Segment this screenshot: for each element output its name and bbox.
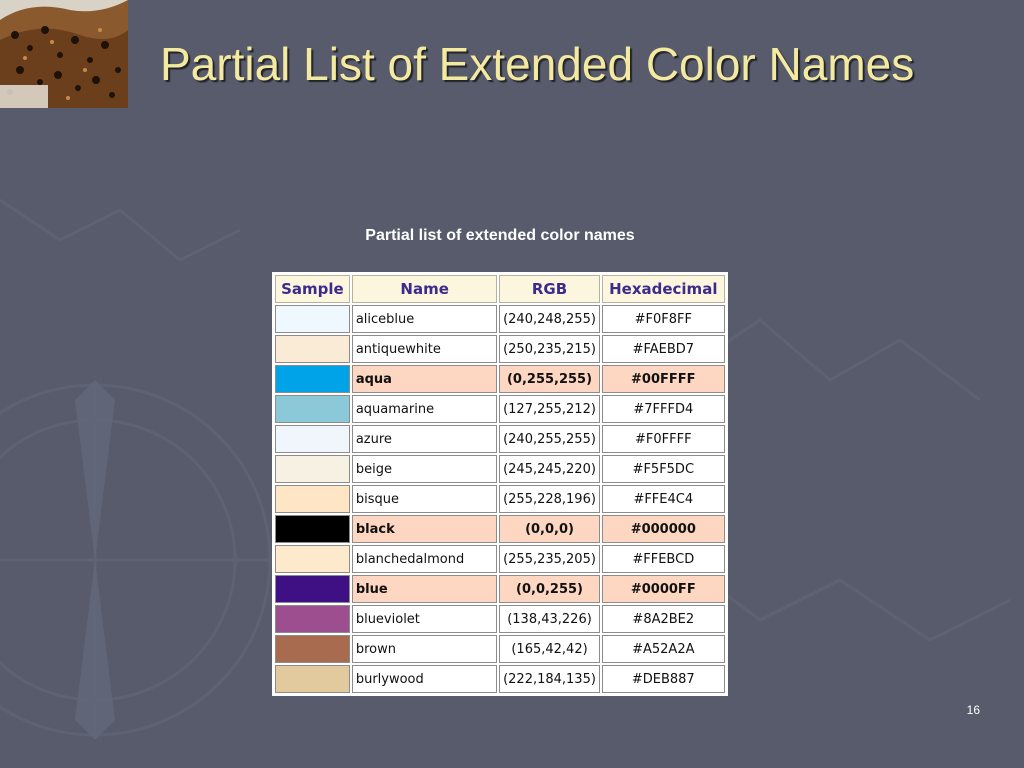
color-sample-swatch (275, 545, 350, 573)
hex-value-cell: #00FFFF (601, 365, 725, 393)
table-row: aqua (0,255,255) #00FFFF (275, 365, 725, 393)
table-row: brown (165,42,42) #A52A2A (275, 635, 725, 663)
table-row: bisque (255,228,196) #FFE4C4 (275, 485, 725, 513)
table-body: aliceblue (240,248,255) #F0F8FF antiquewhit… (275, 305, 725, 693)
rgb-value-cell: (127,255,212) (499, 395, 600, 423)
corner-decorative-image (0, 0, 128, 108)
rgb-value-cell: (0,255,255) (499, 365, 600, 393)
hex-value-cell: #DEB887 (601, 665, 725, 693)
color-name-cell: blueviolet (351, 605, 498, 633)
color-name-cell: aliceblue (351, 305, 498, 333)
color-sample-swatch (275, 665, 350, 693)
rgb-value-cell: (240,248,255) (499, 305, 600, 333)
table-row: blanchedalmond (255,235,205) #FFEBCD (275, 545, 725, 573)
color-sample-swatch (275, 395, 350, 423)
color-sample-swatch (275, 305, 350, 333)
color-sample-swatch (275, 485, 350, 513)
color-sample-swatch (275, 335, 350, 363)
color-sample-swatch (275, 455, 350, 483)
color-sample-swatch (275, 515, 350, 543)
table-row: azure (240,255,255) #F0FFFF (275, 425, 725, 453)
rgb-value-cell: (222,184,135) (499, 665, 600, 693)
rgb-value-cell: (245,245,220) (499, 455, 600, 483)
rgb-value-cell: (240,255,255) (499, 425, 600, 453)
slide-title: Partial List of Extended Color Names (160, 38, 915, 90)
hex-value-cell: #0000FF (601, 575, 725, 603)
table-row: burlywood (222,184,135) #DEB887 (275, 665, 725, 693)
color-name-cell: aquamarine (351, 395, 498, 423)
color-sample-swatch (275, 365, 350, 393)
rgb-value-cell: (255,235,205) (499, 545, 600, 573)
color-name-cell: aqua (351, 365, 498, 393)
color-sample-swatch (275, 425, 350, 453)
table-header-row: Sample Name RGB Hexadecimal (275, 275, 725, 303)
color-name-cell: black (351, 515, 498, 543)
hex-value-cell: #FFEBCD (601, 545, 725, 573)
table-row: aliceblue (240,248,255) #F0F8FF (275, 305, 725, 333)
hex-value-cell: #FFE4C4 (601, 485, 725, 513)
header-name: Name (351, 275, 498, 303)
color-name-cell: burlywood (351, 665, 498, 693)
header-rgb: RGB (499, 275, 600, 303)
table-row: beige (245,245,220) #F5F5DC (275, 455, 725, 483)
table-row: blueviolet (138,43,226) #8A2BE2 (275, 605, 725, 633)
color-sample-swatch (275, 575, 350, 603)
hex-value-cell: #FAEBD7 (601, 335, 725, 363)
color-name-cell: brown (351, 635, 498, 663)
table-row: antiquewhite (250,235,215) #FAEBD7 (275, 335, 725, 363)
rgb-value-cell: (250,235,215) (499, 335, 600, 363)
hex-value-cell: #7FFFD4 (601, 395, 725, 423)
slide: { "slide": { "title": "Partial List of E… (0, 0, 1024, 768)
table-row: black (0,0,0) #000000 (275, 515, 725, 543)
color-name-cell: bisque (351, 485, 498, 513)
color-name-cell: beige (351, 455, 498, 483)
table-row: aquamarine (127,255,212) #7FFFD4 (275, 395, 725, 423)
table-caption: Partial list of extended color names (365, 227, 635, 244)
hex-value-cell: #F5F5DC (601, 455, 725, 483)
rgb-value-cell: (138,43,226) (499, 605, 600, 633)
rgb-value-cell: (165,42,42) (499, 635, 600, 663)
color-name-cell: blanchedalmond (351, 545, 498, 573)
rgb-value-cell: (255,228,196) (499, 485, 600, 513)
hex-value-cell: #000000 (601, 515, 725, 543)
color-names-table: Sample Name RGB Hexadecimal aliceblue (24… (272, 272, 728, 696)
color-name-cell: blue (351, 575, 498, 603)
slide-number: 16 (966, 703, 980, 717)
color-sample-swatch (275, 605, 350, 633)
color-name-cell: antiquewhite (351, 335, 498, 363)
header-hexadecimal: Hexadecimal (601, 275, 725, 303)
hex-value-cell: #A52A2A (601, 635, 725, 663)
hex-value-cell: #F0FFFF (601, 425, 725, 453)
hex-value-cell: #F0F8FF (601, 305, 725, 333)
table-row: blue (0,0,255) #0000FF (275, 575, 725, 603)
color-name-cell: azure (351, 425, 498, 453)
rgb-value-cell: (0,0,0) (499, 515, 600, 543)
header-sample: Sample (275, 275, 350, 303)
hex-value-cell: #8A2BE2 (601, 605, 725, 633)
color-sample-swatch (275, 635, 350, 663)
rgb-value-cell: (0,0,255) (499, 575, 600, 603)
leopard-print-image (0, 0, 128, 108)
